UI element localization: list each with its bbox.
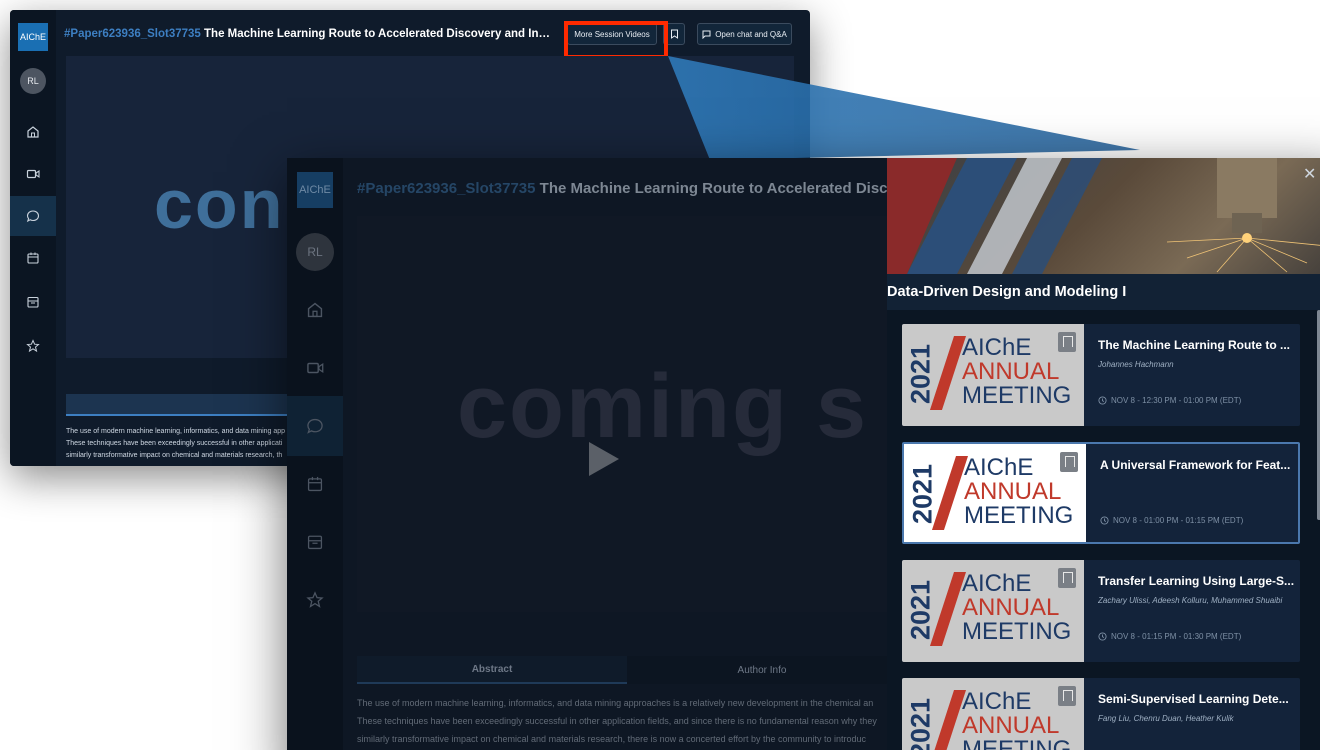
abstract-line: The use of modern machine learning, info… <box>357 698 874 708</box>
session-title: Data-Driven Design and Modeling I <box>887 284 1127 300</box>
sidebar: AIChE RL <box>287 158 343 750</box>
clock-icon <box>1100 516 1109 525</box>
close-icon[interactable]: ✕ <box>1303 164 1316 184</box>
paper-title: The Machine Learning Route to Accelerate… <box>539 180 897 197</box>
abstract-line: These techniques have been exceedingly s… <box>357 716 877 726</box>
chat-icon[interactable] <box>287 396 343 456</box>
card-time: NOV 8 - 01:00 PM - 01:15 PM (EDT) <box>1100 516 1243 525</box>
clock-icon <box>1098 396 1107 405</box>
calendar-icon[interactable] <box>10 238 56 278</box>
highlight-box <box>564 21 668 59</box>
open-chat-button[interactable]: Open chat and Q&A <box>697 23 792 45</box>
meeting-thumbnail: 2021 AIChE ANNUAL MEETING <box>902 678 1084 750</box>
calendar-icon[interactable] <box>287 454 343 514</box>
video-icon[interactable] <box>287 338 343 398</box>
star-icon[interactable] <box>287 570 343 630</box>
session-videos-panel: ✕ Data-Driven Design and Modeling I 2021… <box>887 158 1320 750</box>
clock-icon <box>1098 632 1107 641</box>
tab-author-info[interactable]: Author Info <box>627 656 897 684</box>
message-icon <box>702 30 711 39</box>
coming-soon-text: coming s <box>457 357 869 457</box>
card-time-text: NOV 8 - 12:30 PM - 01:00 PM (EDT) <box>1111 396 1242 405</box>
card-authors: Johannes Hachmann <box>1098 360 1174 369</box>
chat-icon[interactable] <box>10 196 56 236</box>
front-window: AIChE RL #Paper623936_Slot37735 The Mach… <box>287 158 1320 750</box>
bookmark-icon[interactable] <box>1060 452 1078 472</box>
booth-icon[interactable] <box>287 512 343 572</box>
page-title: #Paper623936_Slot37735 The Machine Learn… <box>357 180 897 197</box>
card-authors: Fang Liu, Chenru Duan, Heather Kulik <box>1098 714 1234 723</box>
meeting-thumbnail: 2021 AIChE ANNUAL MEETING <box>902 324 1084 426</box>
thumb-year: 2021 <box>905 579 936 641</box>
meeting-thumbnail: 2021 AIChE ANNUAL MEETING <box>902 560 1084 662</box>
bookmark-icon[interactable] <box>1058 568 1076 588</box>
composite-screenshot: AIChE RL #Paper623936_Slot37735 The Mach… <box>0 0 1320 750</box>
open-chat-label: Open chat and Q&A <box>715 29 787 39</box>
thumb-meeting: MEETING <box>964 502 1074 529</box>
thumb-annual: ANNUAL <box>962 712 1060 739</box>
thumb-year: 2021 <box>905 697 936 750</box>
aiche-logo[interactable]: AIChE <box>297 172 333 208</box>
session-video-card[interactable]: 2021 AIChE ANNUAL MEETING Transfer Learn… <box>902 560 1300 662</box>
home-icon[interactable] <box>10 112 56 152</box>
thumb-aiche: AIChE <box>964 454 1034 481</box>
video-player[interactable]: coming s <box>357 216 897 612</box>
card-authors: Zachary Ulissi, Adeesh Kolluru, Muhammed… <box>1098 596 1283 605</box>
card-title: The Machine Learning Route to ... <box>1098 338 1291 352</box>
abstract-line: similarly transformative impact on chemi… <box>357 734 867 744</box>
avatar[interactable]: RL <box>296 233 334 271</box>
thumb-annual: ANNUAL <box>962 358 1060 385</box>
bookmark-icon[interactable] <box>1058 686 1076 706</box>
abstract-text: The use of modern machine learning, info… <box>357 694 897 748</box>
sidebar: AIChE RL <box>10 10 56 466</box>
thumb-annual: ANNUAL <box>962 594 1060 621</box>
card-time-text: NOV 8 - 01:15 PM - 01:30 PM (EDT) <box>1111 632 1242 641</box>
avatar[interactable]: RL <box>20 68 46 94</box>
card-title: A Universal Framework for Feat... <box>1100 458 1291 472</box>
card-time-text: NOV 8 - 01:00 PM - 01:15 PM (EDT) <box>1113 516 1244 525</box>
session-video-card[interactable]: 2021 AIChE ANNUAL MEETING The Machine Le… <box>902 324 1300 426</box>
page-title: #Paper623936_Slot37735 The Machine Learn… <box>64 28 554 40</box>
info-tabs: Abstract Author Info <box>357 656 897 684</box>
booth-icon[interactable] <box>10 282 56 322</box>
play-icon[interactable] <box>589 442 619 476</box>
card-time: NOV 8 - 01:15 PM - 01:30 PM (EDT) <box>1098 632 1241 641</box>
coming-soon-text: con <box>154 165 285 243</box>
session-video-card[interactable]: 2021 AIChE ANNUAL MEETING A Universal Fr… <box>902 442 1300 544</box>
card-title: Transfer Learning Using Large-S... <box>1098 574 1294 588</box>
thumb-meeting: MEETING <box>962 736 1072 750</box>
bookmark-icon <box>670 29 678 39</box>
meeting-thumbnail: 2021 AIChE ANNUAL MEETING <box>904 444 1086 542</box>
card-time: NOV 8 - 12:30 PM - 01:00 PM (EDT) <box>1098 396 1241 405</box>
thumb-aiche: AIChE <box>962 334 1032 361</box>
session-banner-image: ✕ <box>887 158 1320 274</box>
session-video-card[interactable]: 2021 AIChE ANNUAL MEETING Semi-Supervise… <box>902 678 1300 750</box>
paper-id: #Paper623936_Slot37735 <box>64 28 201 40</box>
thumb-aiche: AIChE <box>962 688 1032 715</box>
thumb-meeting: MEETING <box>962 382 1072 409</box>
thumb-year: 2021 <box>905 343 936 405</box>
bookmark-icon[interactable] <box>1058 332 1076 352</box>
thumb-aiche: AIChE <box>962 570 1032 597</box>
aiche-logo[interactable]: AIChE <box>18 23 48 51</box>
star-icon[interactable] <box>10 326 56 366</box>
thumb-annual: ANNUAL <box>964 478 1062 505</box>
paper-title: The Machine Learning Route to Accelerate… <box>204 28 554 40</box>
paper-id: #Paper623936_Slot37735 <box>357 180 536 197</box>
panel-header: Data-Driven Design and Modeling I <box>887 274 1320 310</box>
tab-abstract[interactable]: Abstract <box>357 656 627 684</box>
video-icon[interactable] <box>10 154 56 194</box>
thumb-meeting: MEETING <box>962 618 1072 645</box>
home-icon[interactable] <box>287 280 343 340</box>
thumb-year: 2021 <box>907 463 938 525</box>
card-title: Semi-Supervised Learning Dete... <box>1098 692 1289 706</box>
